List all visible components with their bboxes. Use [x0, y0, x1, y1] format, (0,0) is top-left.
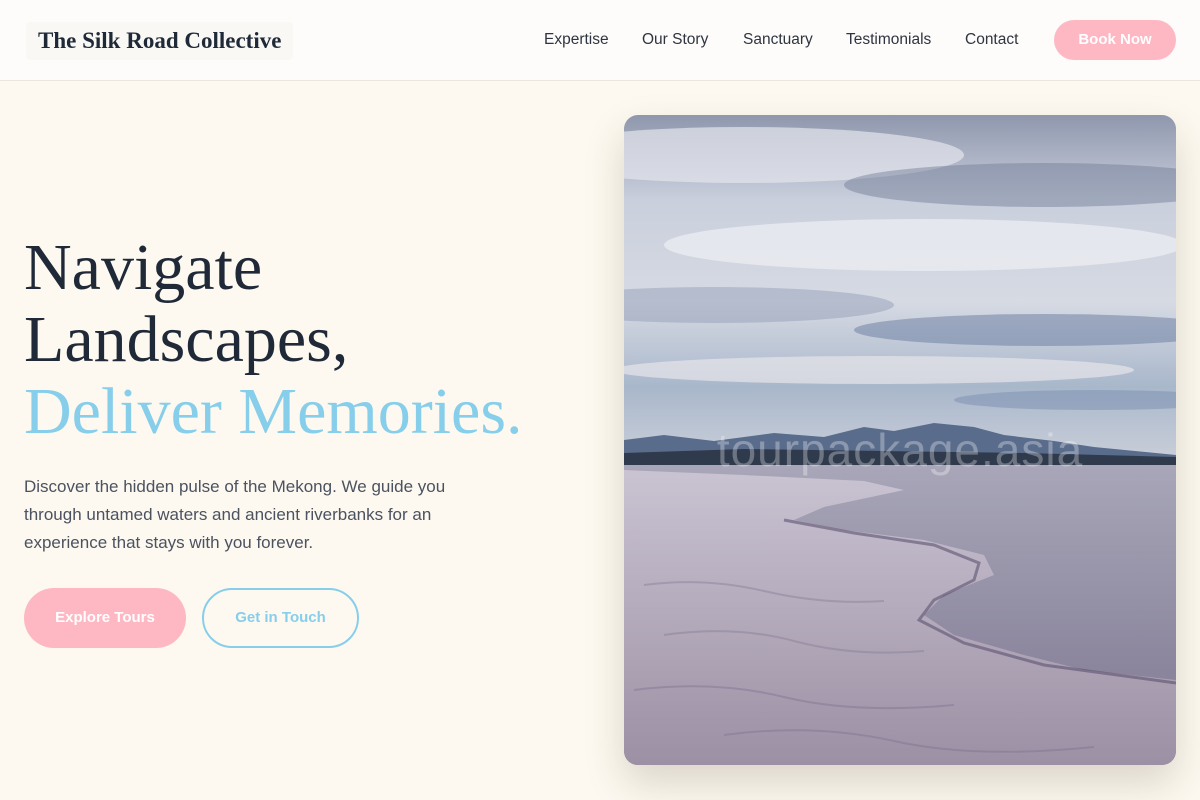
site-header: The Silk Road Collective Expertise Our S… [0, 0, 1200, 81]
hero-image: tourpackage.asia [624, 115, 1176, 765]
hero-title: Navigate Landscapes, Deliver Memories. [24, 232, 604, 448]
nav-item-expertise[interactable]: Expertise [544, 29, 609, 51]
hero-description: Discover the hidden pulse of the Mekong.… [24, 477, 446, 552]
hero-title-line-1: Navigate [24, 231, 263, 304]
image-watermark: tourpackage.asia [716, 424, 1084, 476]
brand-logo[interactable]: The Silk Road Collective [26, 22, 294, 60]
nav-item-contact[interactable]: Contact [965, 29, 1018, 51]
nav-item-sanctuary[interactable]: Sanctuary [743, 29, 813, 51]
nav-item-testimonials[interactable]: Testimonials [846, 29, 931, 51]
hero-title-line-2: Landscapes, [24, 303, 349, 376]
nav-item-our-story[interactable]: Our Story [642, 29, 708, 51]
explore-tours-button[interactable]: Explore Tours [24, 588, 186, 648]
get-in-touch-button[interactable]: Get in Touch [202, 588, 359, 648]
hero-title-accent: Deliver Memories. [24, 375, 523, 448]
book-now-button[interactable]: Book Now [1054, 20, 1176, 60]
